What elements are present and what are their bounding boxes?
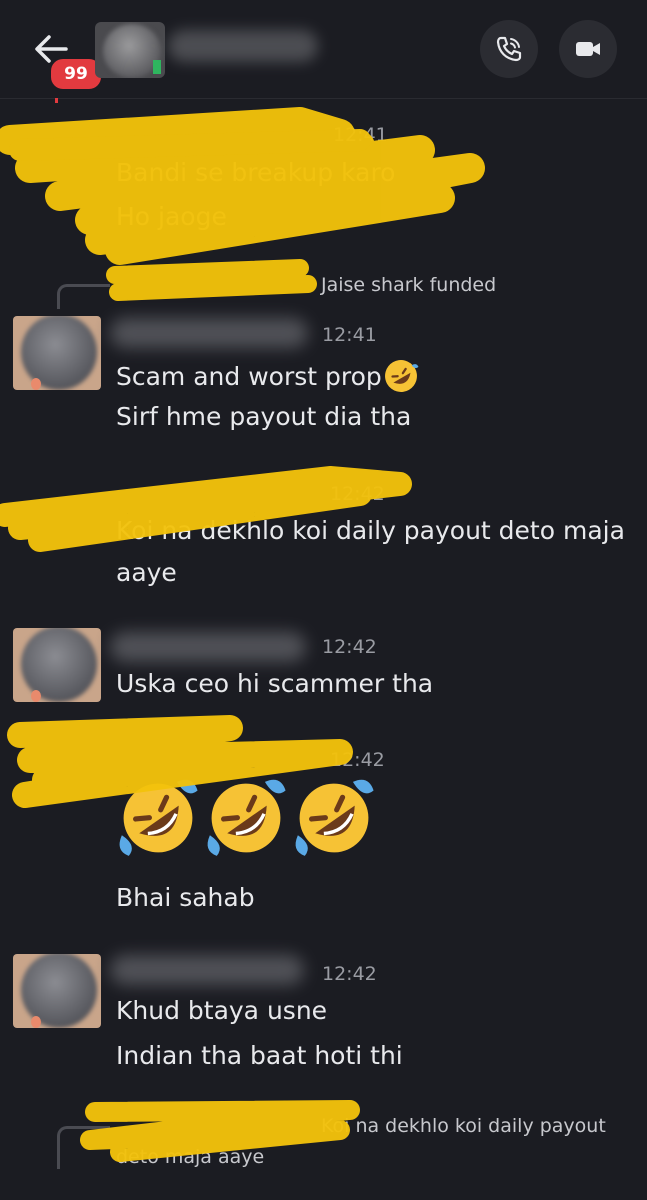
username-redacted[interactable] [110, 318, 308, 348]
unread-marker [55, 98, 58, 103]
chat-header: 99 [0, 0, 647, 99]
message-timestamp: 12:42 [330, 483, 385, 505]
message-line-with-emoji: Scam and worst prop [116, 357, 420, 395]
phone-icon [496, 36, 522, 62]
avatar[interactable] [13, 628, 101, 702]
rolling-laughing-emoji-icon [295, 779, 374, 856]
message-line: Bandi se breakup karo [116, 158, 396, 187]
reply-connector [57, 284, 110, 309]
username-redacted[interactable] [110, 632, 306, 662]
reply-preview-text[interactable]: Koi na dekhlo koi daily payout [321, 1115, 606, 1137]
message-line: Bhai sahab [116, 883, 255, 912]
message-line: aaye [116, 558, 177, 587]
rolling-laughing-emoji-icon [384, 360, 419, 392]
message-timestamp: 12:42 [330, 749, 385, 771]
username-redacted[interactable] [110, 955, 304, 985]
message-line: Khud btaya usne [116, 996, 328, 1025]
message-timestamp: 12:42 [322, 636, 377, 658]
message-timestamp: 12:41 [333, 124, 388, 146]
message-line: Ho jaoge [116, 202, 227, 231]
video-call-button[interactable] [559, 20, 617, 78]
avatar[interactable] [13, 954, 101, 1028]
message-line: Indian tha baat hoti thi [116, 1041, 403, 1070]
chat-title-redacted[interactable] [168, 30, 318, 62]
message-timestamp: 12:42 [322, 963, 377, 985]
voice-call-button[interactable] [480, 20, 538, 78]
emoji-row [115, 775, 377, 865]
reply-preview-text[interactable]: deto maja aaye [116, 1146, 264, 1168]
avatar[interactable] [95, 22, 165, 78]
message-line: Uska ceo hi scammer tha [116, 669, 434, 698]
rolling-laughing-emoji-icon [207, 779, 286, 856]
message-line: Scam and worst prop [116, 361, 382, 391]
avatar[interactable] [13, 316, 101, 390]
message-line: Koi na dekhlo koi daily payout deto maja [116, 516, 625, 545]
rolling-laughing-emoji-icon [119, 779, 198, 856]
reply-preview-text[interactable]: Jaise shark funded [321, 274, 496, 296]
message-timestamp: 12:41 [322, 324, 377, 346]
message-line: Sirf hme payout dia tha [116, 402, 412, 431]
video-camera-icon [576, 42, 600, 56]
reply-connector [57, 1126, 110, 1169]
